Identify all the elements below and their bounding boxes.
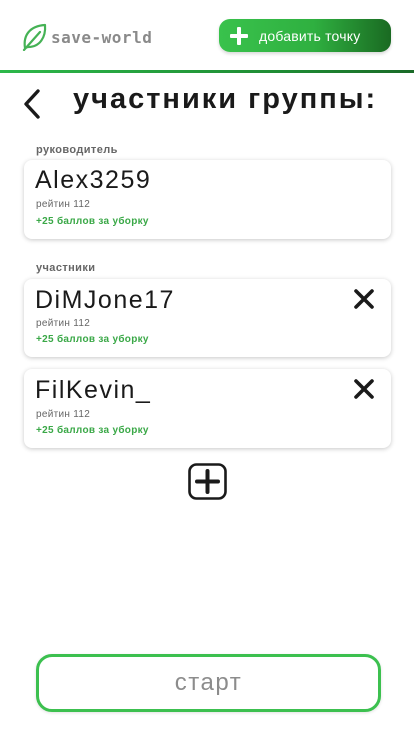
back-button[interactable]	[20, 88, 46, 120]
close-icon	[354, 379, 374, 399]
remove-member-button[interactable]	[353, 288, 375, 310]
member-rating: рейтин 112	[36, 409, 91, 420]
leader-section-label: руководитель	[36, 144, 118, 156]
app-header: save-world добавить точку	[0, 0, 414, 74]
add-point-button[interactable]: добавить точку	[219, 19, 391, 52]
member-bonus: +25 баллов за уборку	[36, 334, 149, 345]
member-name: Alex3259	[35, 166, 152, 194]
logo[interactable]: save-world	[22, 23, 152, 51]
add-member-button[interactable]	[188, 463, 227, 500]
member-bonus: +25 баллов за уборку	[36, 216, 149, 227]
chevron-left-icon	[24, 89, 40, 119]
remove-member-button[interactable]	[353, 378, 375, 400]
start-label: старт	[174, 669, 243, 696]
member-name: FilKevin_	[35, 376, 152, 404]
plus-square-icon	[188, 463, 227, 500]
logo-text: save-world	[51, 27, 153, 47]
add-point-label: добавить точку	[259, 27, 361, 44]
close-icon	[354, 289, 374, 309]
leader-card[interactable]: Alex3259 рейтин 112 +25 баллов за уборку	[24, 160, 391, 239]
members-section-label: участники	[36, 262, 96, 274]
member-rating: рейтин 112	[36, 199, 91, 210]
start-button[interactable]: старт	[36, 654, 381, 712]
member-card[interactable]: FilKevin_ рейтин 112 +25 баллов за уборк…	[24, 369, 391, 448]
header-divider	[0, 70, 414, 73]
member-bonus: +25 баллов за уборку	[36, 425, 149, 436]
member-card[interactable]: DiMJone17 рейтин 112 +25 баллов за уборк…	[24, 279, 391, 357]
page-title: участники группы:	[73, 83, 378, 115]
plus-icon	[230, 26, 248, 45]
leaf-icon	[22, 23, 48, 51]
member-rating: рейтин 112	[36, 318, 91, 329]
member-name: DiMJone17	[35, 286, 175, 314]
